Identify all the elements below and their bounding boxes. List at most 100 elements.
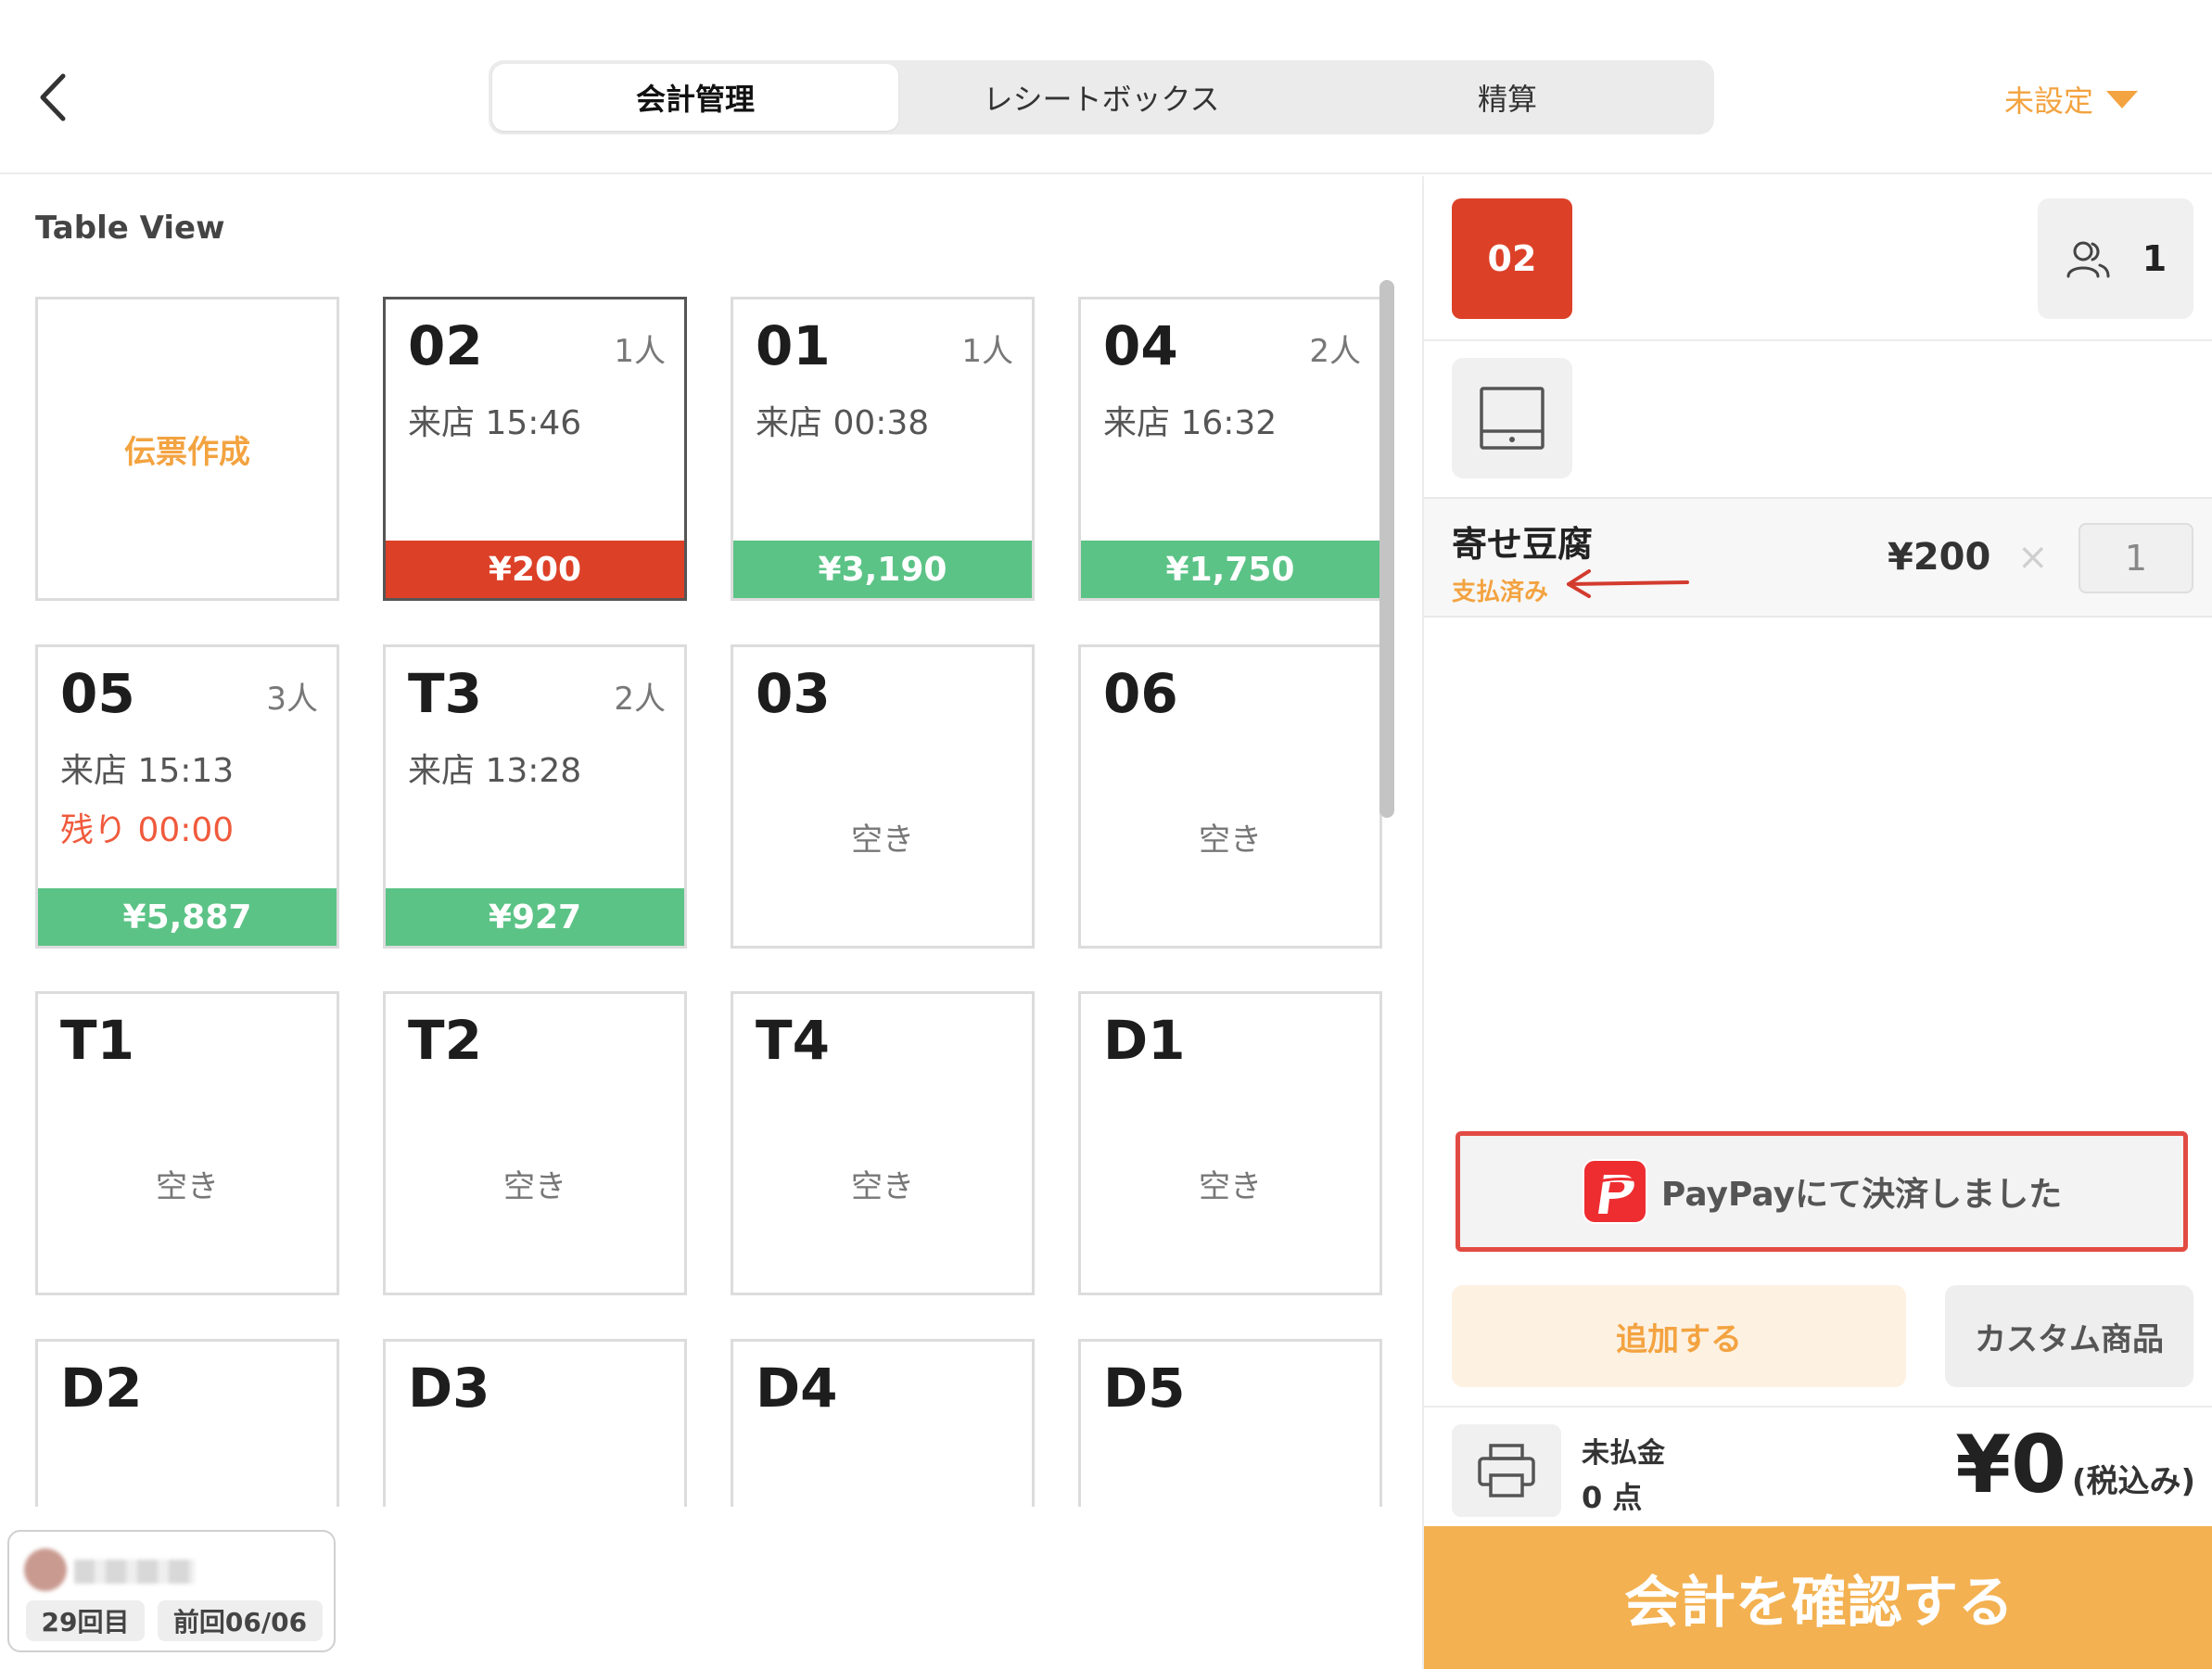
- quantity-field[interactable]: 1: [2079, 523, 2193, 593]
- remaining-time: 残り 00:00: [60, 811, 235, 849]
- table-card-d2[interactable]: D2: [35, 1339, 339, 1507]
- selected-table-badge[interactable]: 02: [1452, 198, 1572, 319]
- empty-status: 空き: [1199, 1168, 1262, 1205]
- table-grid: 伝票作成 02 1人 来店 15:46 ¥200 01 1人 来店 00:38 …: [35, 297, 1391, 1507]
- top-bar: 会計管理 レシートボックス 精算 未設定: [0, 0, 2212, 174]
- visit-time: 来店 16:32: [1103, 404, 1278, 442]
- visit-time: 来店 13:28: [408, 752, 582, 790]
- caret-down-icon: [2106, 90, 2138, 108]
- table-name: T4: [756, 1009, 830, 1072]
- table-card-t2[interactable]: T2 空き: [383, 991, 687, 1295]
- guest-count-value: 1: [2142, 238, 2168, 279]
- table-card-06[interactable]: 06 空き: [1078, 644, 1382, 949]
- tab-accounting[interactable]: 会計管理: [492, 64, 898, 131]
- divider: [1424, 1406, 2212, 1408]
- avatar: [24, 1548, 67, 1591]
- table-card-03[interactable]: 03 空き: [731, 644, 1035, 949]
- chevron-left-icon: [40, 73, 66, 121]
- table-amount: ¥200: [386, 541, 684, 598]
- tab-receipt-box[interactable]: レシートボックス: [898, 64, 1304, 131]
- table-name: D1: [1103, 1009, 1186, 1072]
- guest-count: 2人: [614, 681, 666, 718]
- paypay-paid-button[interactable]: PayPayにて決済しました: [1456, 1131, 2188, 1252]
- table-card-t4[interactable]: T4 空き: [731, 991, 1035, 1295]
- paid-status: 支払済み: [1452, 579, 1549, 606]
- arrow-left-icon: [1567, 569, 1689, 598]
- order-detail-panel: 02 1 寄せ豆腐 支払済み ¥200 × 1 PayPayにて決済しました 追…: [1422, 176, 2212, 1669]
- table-name: D2: [60, 1357, 143, 1420]
- unpaid-label: 未払金: [1582, 1437, 1665, 1470]
- tax-included-note: (税込み): [2071, 1463, 2195, 1500]
- total-amount: ¥0: [1955, 1419, 2066, 1511]
- remove-item-icon[interactable]: ×: [2017, 536, 2049, 579]
- table-amount: ¥5,887: [38, 888, 337, 946]
- table-name: T3: [408, 662, 482, 725]
- table-name: T1: [60, 1009, 134, 1072]
- table-card-04[interactable]: 04 2人 来店 16:32 ¥1,750: [1078, 297, 1382, 601]
- new-slip-label: 伝票作成: [124, 433, 250, 471]
- table-card-02[interactable]: 02 1人 来店 15:46 ¥200: [383, 297, 687, 601]
- points-value: 0 点: [1582, 1480, 1643, 1515]
- guest-count: 3人: [266, 681, 318, 718]
- status-dropdown[interactable]: 未設定: [2004, 78, 2138, 121]
- customer-name-redacted: [74, 1560, 195, 1584]
- table-name: D5: [1103, 1357, 1186, 1420]
- table-name: 02: [408, 314, 483, 377]
- tablet-order-button[interactable]: [1452, 358, 1572, 478]
- table-name: 04: [1103, 314, 1178, 377]
- paypay-label: PayPayにて決済しました: [1660, 1176, 2063, 1214]
- table-card-01[interactable]: 01 1人 来店 00:38 ¥3,190: [731, 297, 1035, 601]
- customer-card[interactable]: 29回目 前回06/06: [7, 1530, 336, 1652]
- custom-item-button[interactable]: カスタム商品: [1945, 1285, 2193, 1387]
- table-name: T2: [408, 1009, 482, 1072]
- table-card-t3[interactable]: T3 2人 来店 13:28 ¥927: [383, 644, 687, 949]
- guest-count-button[interactable]: 1: [2038, 198, 2193, 319]
- add-item-button[interactable]: 追加する: [1452, 1285, 1906, 1387]
- item-price: ¥200: [1888, 536, 1991, 579]
- visit-time: 来店 00:38: [756, 404, 930, 442]
- grid-scrollbar[interactable]: [1379, 280, 1394, 818]
- table-name: D4: [756, 1357, 838, 1420]
- status-dropdown-label: 未設定: [2003, 83, 2093, 119]
- new-slip-card[interactable]: 伝票作成: [35, 297, 339, 601]
- table-amount: ¥3,190: [733, 541, 1032, 598]
- guest-count: 1人: [614, 333, 666, 370]
- table-card-d4[interactable]: D4: [731, 1339, 1035, 1507]
- divider: [1424, 339, 2212, 341]
- table-amount: ¥927: [386, 888, 684, 946]
- paypay-icon: [1582, 1159, 1647, 1224]
- back-button[interactable]: [32, 65, 78, 130]
- empty-status: 空き: [156, 1168, 219, 1205]
- empty-status: 空き: [851, 822, 914, 859]
- order-item-row[interactable]: 寄せ豆腐 支払済み ¥200 × 1: [1424, 497, 2212, 618]
- item-name: 寄せ豆腐: [1452, 524, 1594, 565]
- table-name: 03: [756, 662, 831, 725]
- table-card-t1[interactable]: T1 空き: [35, 991, 339, 1295]
- table-card-d3[interactable]: D3: [383, 1339, 687, 1507]
- table-view-panel: Table View 伝票作成 02 1人 来店 15:46 ¥200 01 1…: [0, 176, 1422, 1669]
- tab-settlement[interactable]: 精算: [1304, 64, 1710, 131]
- table-name: 06: [1103, 662, 1178, 725]
- table-card-d5[interactable]: D5: [1078, 1339, 1382, 1507]
- printer-icon: [1478, 1444, 1535, 1497]
- visit-count-badge: 29回目: [26, 1600, 145, 1641]
- table-card-d1[interactable]: D1 空き: [1078, 991, 1382, 1295]
- table-card-05[interactable]: 05 3人 来店 15:13 残り 00:00 ¥5,887: [35, 644, 339, 949]
- guest-count: 2人: [1309, 333, 1361, 370]
- print-button[interactable]: [1452, 1424, 1561, 1517]
- people-icon: [2066, 241, 2110, 278]
- tablet-icon: [1480, 387, 1545, 450]
- total-display: ¥0 (税込み): [1955, 1419, 2195, 1511]
- table-amount: ¥1,750: [1081, 541, 1379, 598]
- visit-time: 来店 15:46: [408, 404, 582, 442]
- empty-status: 空き: [851, 1168, 914, 1205]
- tab-bar: 会計管理 レシートボックス 精算: [489, 60, 1714, 134]
- empty-status: 空き: [503, 1168, 566, 1205]
- confirm-checkout-button[interactable]: 会計を確認する: [1424, 1526, 2212, 1669]
- table-name: D3: [408, 1357, 490, 1420]
- empty-status: 空き: [1199, 822, 1262, 859]
- guest-count: 1人: [961, 333, 1013, 370]
- last-visit-badge: 前回06/06: [158, 1600, 323, 1641]
- section-title: Table View: [35, 210, 225, 247]
- table-name: 05: [60, 662, 135, 725]
